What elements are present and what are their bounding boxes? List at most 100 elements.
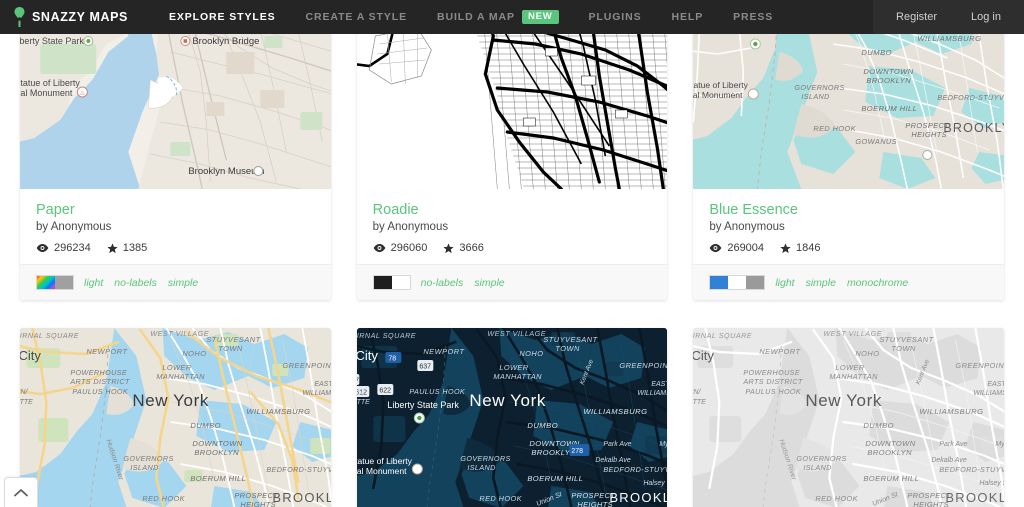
svg-text:JOURNAL SQUARE: JOURNAL SQUARE <box>357 331 416 340</box>
swatch-gray <box>55 276 73 290</box>
nav-item-label: CREATE A STYLE <box>305 11 407 23</box>
style-card[interactable]: JOURNAL SQUARE WEST VILLAGE STUYVESANT T… <box>20 328 331 507</box>
style-title[interactable]: Paper <box>36 201 315 219</box>
tag-light[interactable]: light <box>84 277 103 289</box>
svg-text:HEIGHTS: HEIGHTS <box>577 500 613 507</box>
style-author: by Anonymous <box>36 221 112 234</box>
svg-text:IGEN/: IGEN/ <box>20 389 28 396</box>
tag-no-labels[interactable]: no-labels <box>421 277 464 289</box>
svg-text:BOERUM HILL: BOERUM HILL <box>190 474 246 483</box>
svg-text:BROOKLYN: BROOKLYN <box>944 121 1004 135</box>
svg-text:y City: y City <box>20 348 41 363</box>
scroll-to-top-button[interactable] <box>4 477 38 507</box>
svg-text:WILLIAMSI: WILLIAMSI <box>974 390 1004 397</box>
svg-text:STUYVESANT: STUYVESANT <box>206 335 260 344</box>
svg-text:BROOKLYN: BROOKLYN <box>946 490 1004 505</box>
register-link[interactable]: Register <box>879 0 954 34</box>
color-swatches <box>372 275 411 291</box>
map-thumbnail-midnight[interactable]: JOURNAL SQUARE WEST VILLAGE STUYVESANT T… <box>356 328 668 507</box>
svg-text:TOWN: TOWN <box>892 344 917 353</box>
nav-item-label: EXPLORE STYLES <box>168 11 276 23</box>
tag-no-labels[interactable]: no-labels <box>114 277 157 289</box>
style-card[interactable]: JOURNAL SQUARE WEST VILLAGE STUYVESANT T… <box>693 328 1004 507</box>
nav-item-build-a-map[interactable]: BUILD A MAP NEW <box>422 0 574 34</box>
svg-text:♨: ♨ <box>80 89 86 97</box>
svg-text:RED HOOK: RED HOOK <box>814 124 857 133</box>
map-thumbnail-paper[interactable]: 607 618 613 Liberty State Park Brooklyn … <box>20 34 331 189</box>
svg-text:ARTS DISTRICT: ARTS DISTRICT <box>743 377 804 386</box>
svg-text:WILLIAMSB: WILLIAMSB <box>637 390 667 397</box>
svg-text:BROOKLYN: BROOKLYN <box>868 448 913 457</box>
map-thumbnail-blue-essence[interactable]: POWERHOUSE ARTS DISTRICT MANHATTAN PAULU… <box>693 34 1004 189</box>
svg-text:New York: New York <box>802 34 874 36</box>
svg-text:WILLIAMSBURG: WILLIAMSBURG <box>583 407 647 416</box>
svg-text:EAST: EAST <box>988 381 1004 388</box>
svg-text:Liberty State Park: Liberty State Park <box>20 36 84 46</box>
eye-icon <box>36 243 49 253</box>
svg-text:DOWNTOWN: DOWNTOWN <box>866 439 916 448</box>
nav-item-press[interactable]: PRESS <box>718 0 788 34</box>
svg-text:LOWER: LOWER <box>499 363 528 372</box>
tag-simple[interactable]: simple <box>474 277 504 289</box>
style-stats: 296060 3666 <box>373 242 652 254</box>
svg-text:BEDFORD-STUYVESA: BEDFORD-STUYVESA <box>940 465 1004 474</box>
favorites-count: 1385 <box>122 242 148 255</box>
nav-item-explore-styles[interactable]: EXPLORE STYLES <box>154 0 291 34</box>
tag-list: no-labels simple <box>421 277 505 289</box>
style-author: by Anonymous <box>709 221 785 234</box>
svg-text:NOHO: NOHO <box>182 349 206 358</box>
style-title[interactable]: Roadie <box>373 201 652 219</box>
svg-text:JOURNAL SQUARE: JOURNAL SQUARE <box>20 331 79 340</box>
nav-item-label: PRESS <box>733 11 774 23</box>
svg-text:GREENPOINT: GREENPOINT <box>282 361 330 370</box>
map-thumbnail-standard[interactable]: JOURNAL SQUARE WEST VILLAGE STUYVESANT T… <box>20 328 331 507</box>
views-stat: 296234 <box>36 242 91 254</box>
tag-simple[interactable]: simple <box>168 277 198 289</box>
svg-text:78: 78 <box>388 356 396 363</box>
nav-item-create-a-style[interactable]: CREATE A STYLE <box>291 0 422 34</box>
svg-text:622: 622 <box>379 388 391 395</box>
tag-light[interactable]: light <box>775 277 794 289</box>
map-thumbnail-greyscale[interactable]: JOURNAL SQUARE WEST VILLAGE STUYVESANT T… <box>693 328 1004 507</box>
views-count: 296060 <box>390 242 428 255</box>
svg-text:NEWPORT: NEWPORT <box>86 347 127 356</box>
style-card[interactable]: JOURNAL SQUARE WEST VILLAGE STUYVESANT T… <box>356 328 668 507</box>
svg-text:JOURNAL SQUARE: JOURNAL SQUARE <box>693 331 752 340</box>
nav-item-label: BUILD A MAP <box>436 11 515 23</box>
svg-text:New York: New York <box>806 391 883 410</box>
brand-logo-link[interactable]: SNAZZY MAPS <box>14 7 128 27</box>
style-card[interactable]: Roadie by Anonymous 296060 3666 no-label… <box>356 34 668 301</box>
tag-simple[interactable]: simple <box>806 277 836 289</box>
svg-text:ISLAND: ISLAND <box>804 463 832 472</box>
svg-text:IGEN/: IGEN/ <box>693 389 701 396</box>
main-nav-links: EXPLORE STYLES CREATE A STYLE BUILD A MA… <box>154 0 788 34</box>
nav-item-plugins[interactable]: PLUGINS <box>574 0 657 34</box>
svg-text:Halsey S: Halsey S <box>980 480 1004 487</box>
nav-auth-group: Register Log in <box>873 0 1024 34</box>
svg-text:WILLIAMSBURG: WILLIAMSBURG <box>246 407 310 416</box>
nav-item-label: PLUGINS <box>588 11 642 23</box>
svg-text:637: 637 <box>419 364 431 371</box>
svg-text:GOVERNORS: GOVERNORS <box>795 83 845 92</box>
login-link[interactable]: Log in <box>954 0 1018 34</box>
svg-text:ional Monument: ional Monument <box>693 90 743 100</box>
top-navigation-bar: SNAZZY MAPS EXPLORE STYLES CREATE A STYL… <box>0 0 1024 34</box>
nav-item-help[interactable]: HELP <box>657 0 719 34</box>
svg-text:BEDFORD-STUYVESA: BEDFORD-STUYVESA <box>603 465 667 474</box>
map-thumbnail-roadie[interactable] <box>356 34 668 189</box>
svg-text:GOVERNORS: GOVERNORS <box>460 454 510 463</box>
style-title[interactable]: Blue Essence <box>709 201 988 219</box>
svg-text:Park Ave: Park Ave <box>603 441 631 448</box>
svg-text:ional Monument: ional Monument <box>357 466 407 476</box>
svg-text:278: 278 <box>571 448 583 455</box>
favorites-stat: 3666 <box>443 242 484 254</box>
views-stat: 296060 <box>373 242 428 255</box>
color-swatches <box>36 275 74 291</box>
svg-text:RED HOOK: RED HOOK <box>479 494 522 503</box>
tag-monochrome[interactable]: monochrome <box>847 277 908 289</box>
style-card[interactable]: POWERHOUSE ARTS DISTRICT MANHATTAN PAULU… <box>693 34 1004 301</box>
svg-text:MANHATTAN: MANHATTAN <box>156 372 205 381</box>
svg-text:BEDFORD-STUYVESA: BEDFORD-STUYVESA <box>938 93 1004 102</box>
style-card[interactable]: 607 618 613 Liberty State Park Brooklyn … <box>20 34 331 301</box>
views-stat: 269004 <box>709 242 764 254</box>
